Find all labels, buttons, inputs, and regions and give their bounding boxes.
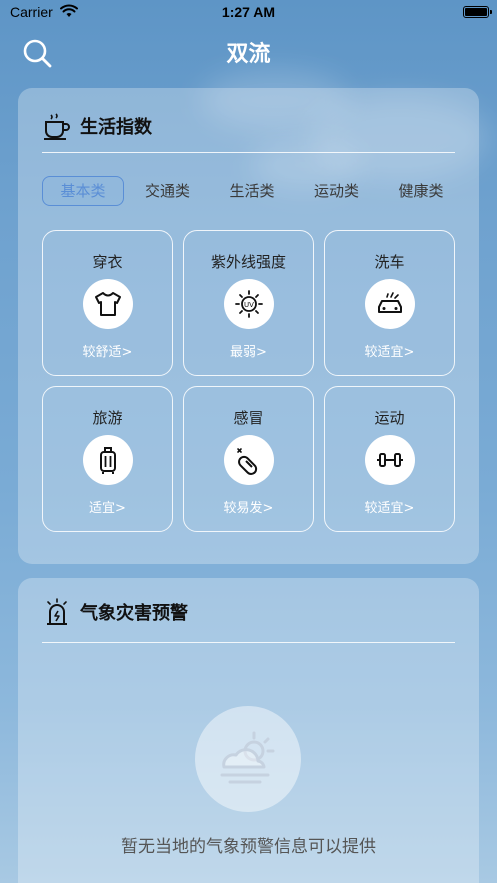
search-icon[interactable] <box>22 38 52 68</box>
life-index-card: 生活指数 基本类 交通类 生活类 运动类 健康类 穿衣 较舒适> 紫外线强度 U… <box>18 88 479 564</box>
status-time: 1:27 AM <box>221 4 276 20</box>
car-wash-icon <box>364 279 415 329</box>
warning-title: 气象灾害预警 <box>80 603 188 624</box>
tshirt-icon <box>82 279 133 329</box>
nav-bar: 双流 <box>0 26 497 76</box>
tab-basic[interactable]: 基本类 <box>42 176 124 206</box>
tab-traffic[interactable]: 交通类 <box>127 176 209 206</box>
tile-name: 紫外线强度 <box>210 253 286 271</box>
warning-divider <box>42 642 455 643</box>
tab-life[interactable]: 生活类 <box>211 176 293 206</box>
index-tile-uv[interactable]: 紫外线强度 UV 最弱> <box>183 230 314 376</box>
index-tile-carwash[interactable]: 洗车 较适宜> <box>324 230 455 376</box>
life-index-header: 生活指数 <box>42 110 152 142</box>
tile-value: 较适宜> <box>364 501 415 516</box>
tile-value: 适宜> <box>89 501 126 516</box>
dumbbell-icon <box>364 435 415 485</box>
weather-warning-card: 气象灾害预警 暂无当地的气象预警信息可以提供 <box>18 578 479 883</box>
cloudy-sun-icon <box>220 731 275 784</box>
index-tile-sport[interactable]: 运动 较适宜> <box>324 386 455 532</box>
tile-value: 较适宜> <box>364 345 415 360</box>
index-grid: 穿衣 较舒适> 紫外线强度 UV 最弱> 洗车 较适宜> 旅游 适宜> 感冒 较… <box>42 230 455 532</box>
luggage-icon <box>82 435 133 485</box>
warning-header: 气象灾害预警 <box>42 596 188 628</box>
tile-value: 较易发> <box>223 501 274 516</box>
tab-health[interactable]: 健康类 <box>380 176 462 206</box>
status-bar: Carrier 1:27 AM <box>0 0 497 26</box>
svg-text:UV: UV <box>244 301 254 309</box>
index-tile-cold[interactable]: 感冒 较易发> <box>183 386 314 532</box>
tile-name: 旅游 <box>92 409 123 427</box>
life-index-title: 生活指数 <box>80 117 152 138</box>
coffee-cup-icon <box>44 113 70 140</box>
category-tabs: 基本类 交通类 生活类 运动类 健康类 <box>42 175 462 207</box>
tile-value: 较舒适> <box>82 345 133 360</box>
pill-icon <box>223 435 274 485</box>
tile-value: 最弱> <box>230 345 267 360</box>
battery-icon <box>463 6 492 18</box>
alarm-icon <box>47 598 67 625</box>
tile-name: 穿衣 <box>92 253 123 271</box>
life-index-divider <box>42 152 455 153</box>
tile-name: 感冒 <box>233 409 264 427</box>
tab-sport[interactable]: 运动类 <box>296 176 378 206</box>
index-tile-clothing[interactable]: 穿衣 较舒适> <box>42 230 173 376</box>
tile-name: 运动 <box>374 409 405 427</box>
empty-state-illustration <box>195 706 301 812</box>
uv-sun-icon: UV <box>223 279 274 329</box>
index-tile-travel[interactable]: 旅游 适宜> <box>42 386 173 532</box>
tile-name: 洗车 <box>374 253 405 271</box>
empty-state-message: 暂无当地的气象预警信息可以提供 <box>121 837 376 857</box>
city-title: 双流 <box>226 42 271 67</box>
